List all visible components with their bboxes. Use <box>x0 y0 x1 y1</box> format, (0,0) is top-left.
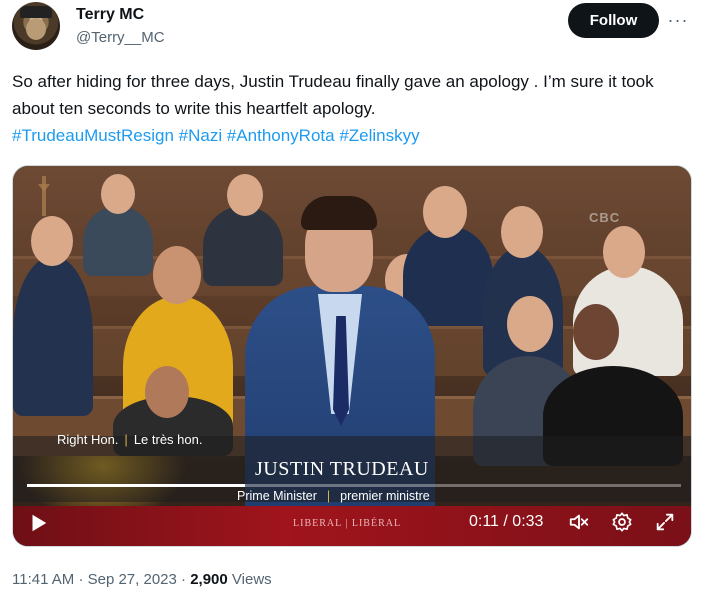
tweet-time[interactable]: 11:41 AM <box>12 571 74 588</box>
follow-button[interactable]: Follow <box>568 3 659 38</box>
title-separator: | <box>326 489 331 503</box>
speaker-title: Prime Minister | premier ministre <box>237 489 430 503</box>
video-progress-bar[interactable] <box>27 484 681 487</box>
expand-icon <box>656 513 674 531</box>
hashtag-list: #TrudeauMustResign #Nazi #AnthonyRota #Z… <box>12 122 682 149</box>
honorific-caption: Right Hon. | Le très hon. <box>57 432 202 447</box>
volume-button[interactable] <box>566 509 592 535</box>
meta-separator: · <box>181 571 187 588</box>
broadcaster-logo: CBC <box>589 210 621 225</box>
member-head <box>501 206 543 258</box>
hashtag-link[interactable]: #AnthonyRota <box>227 126 335 145</box>
play-button[interactable] <box>27 508 57 538</box>
hashtag-link[interactable]: #Nazi <box>179 126 222 145</box>
more-options-icon[interactable]: ··· <box>666 10 690 30</box>
author-avatar[interactable] <box>12 2 60 50</box>
member-figure <box>203 206 283 286</box>
video-frame[interactable]: CBC Right Hon. | Le très hon. JUSTIN TRUDE… <box>13 166 691 546</box>
party-label: LIBERAL | LIBÉRAL <box>293 518 402 529</box>
tweet-date[interactable]: Sep 27, 2023 <box>88 571 177 588</box>
tweet-body: So after hiding for three days, Justin T… <box>12 68 682 149</box>
hashtag-link[interactable]: #Zelinskyy <box>339 126 419 145</box>
views-label: Views <box>231 571 272 588</box>
tweet-metadata: 11:41 AM · Sep 27, 2023 · 2,900 Views <box>12 571 272 588</box>
meta-separator: · <box>78 571 84 588</box>
video-progress-fill <box>27 484 245 487</box>
member-head <box>145 366 189 418</box>
views-count: 2,900 <box>190 571 228 588</box>
caption-separator: | <box>124 432 128 447</box>
avatar-face-shape <box>26 18 46 40</box>
avatar-hat-shape <box>20 6 52 18</box>
tweet-text: So after hiding for three days, Justin T… <box>12 72 654 118</box>
member-figure <box>83 206 153 276</box>
gear-icon <box>612 512 632 532</box>
hashtag-link[interactable]: #TrudeauMustResign <box>12 126 174 145</box>
honorific-en: Right Hon. <box>57 432 119 447</box>
member-head <box>101 174 135 214</box>
speaker-hair <box>301 196 377 230</box>
volume-muted-icon <box>569 514 589 530</box>
video-player[interactable]: CBC Right Hon. | Le très hon. JUSTIN TRUDE… <box>12 165 692 547</box>
fullscreen-button[interactable] <box>652 509 678 535</box>
speaker-name: JUSTIN TRUDEAU <box>255 458 429 480</box>
author-handle[interactable]: @Terry__MC <box>76 29 165 46</box>
title-en: Prime Minister <box>237 489 317 503</box>
settings-button[interactable] <box>609 509 635 535</box>
title-fr: premier ministre <box>340 489 430 503</box>
member-head <box>603 226 645 278</box>
member-figure <box>13 256 93 416</box>
member-head <box>507 296 553 352</box>
member-head <box>153 246 201 304</box>
video-time-readout: 0:11 / 0:33 <box>469 513 544 530</box>
member-head <box>31 216 73 266</box>
play-icon <box>32 514 47 532</box>
member-head <box>573 304 619 360</box>
member-head <box>423 186 467 238</box>
house-crest-icon <box>38 176 50 216</box>
author-display-name[interactable]: Terry MC <box>76 6 144 24</box>
honorific-fr: Le très hon. <box>133 432 203 447</box>
member-head <box>227 174 263 216</box>
